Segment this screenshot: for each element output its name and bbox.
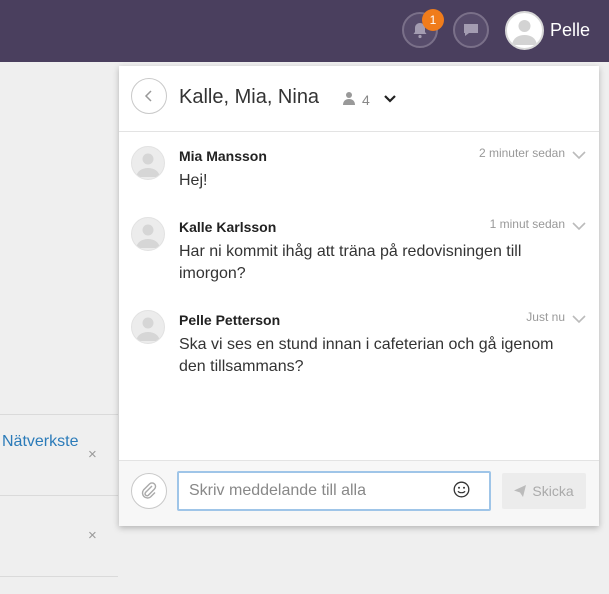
- send-label: Skicka: [532, 483, 574, 499]
- message-input[interactable]: [177, 471, 491, 511]
- user-name[interactable]: Pelle: [550, 20, 590, 41]
- chevron-down-icon[interactable]: [572, 314, 586, 324]
- message-text: Ska vi ses en stund innan i cafeterian o…: [179, 336, 554, 375]
- avatar: [131, 146, 165, 180]
- user-silhouette-icon: [136, 317, 160, 341]
- message-time: Just nu: [526, 310, 565, 324]
- user-silhouette-icon: [136, 153, 160, 177]
- remove-icon[interactable]: ×: [88, 527, 97, 544]
- divider: [0, 495, 118, 496]
- user-silhouette-icon: [136, 224, 160, 248]
- message-author: Mia Mansson: [179, 148, 267, 164]
- user-silhouette-icon: [512, 20, 537, 45]
- message-author: Pelle Petterson: [179, 312, 281, 328]
- remove-icon[interactable]: ×: [88, 446, 97, 463]
- messages-button[interactable]: [453, 12, 489, 48]
- member-count: 4: [362, 92, 370, 108]
- chevron-down-icon[interactable]: [383, 92, 397, 106]
- message-text: Hej!: [179, 172, 208, 189]
- chevron-down-icon[interactable]: [572, 150, 586, 160]
- message: Mia Mansson 2 minuter sedan Hej!: [119, 146, 599, 206]
- chat-header: Kalle, Mia, Nina 4: [119, 66, 599, 132]
- message-author: Kalle Karlsson: [179, 219, 277, 235]
- notification-badge: 1: [422, 9, 444, 31]
- person-icon: [343, 92, 355, 105]
- divider: [0, 576, 118, 577]
- chevron-down-icon[interactable]: [572, 221, 586, 231]
- chat-bubble-icon: [464, 24, 478, 36]
- top-bar: 1 Pelle: [0, 0, 609, 62]
- chat-panel: Kalle, Mia, Nina 4 Mia Mansson 2 minuter…: [119, 66, 599, 526]
- message-time: 2 minuter sedan: [478, 146, 565, 160]
- chat-title: Kalle, Mia, Nina: [179, 86, 320, 108]
- message-text: Har ni kommit ihåg att träna på redovisn…: [179, 243, 522, 282]
- user-avatar[interactable]: [505, 11, 544, 50]
- send-button[interactable]: Skicka: [502, 473, 586, 509]
- message-time: 1 minut sedan: [489, 217, 565, 231]
- avatar: [131, 310, 165, 344]
- avatar: [131, 217, 165, 251]
- smiley-icon[interactable]: [453, 481, 470, 498]
- background-list: [0, 62, 118, 594]
- divider: [0, 414, 118, 415]
- message: Pelle Petterson Just nu Ska vi ses en st…: [119, 310, 599, 390]
- attach-button[interactable]: [131, 473, 167, 509]
- back-button[interactable]: [131, 78, 167, 114]
- paperclip-icon: [141, 482, 157, 499]
- message-composer: Skicka: [119, 460, 599, 526]
- message: Kalle Karlsson 1 minut sedan Har ni komm…: [119, 217, 599, 297]
- background-link[interactable]: Nätverkste: [2, 433, 78, 451]
- chevron-left-icon: [144, 90, 152, 102]
- paper-plane-icon: [514, 485, 527, 497]
